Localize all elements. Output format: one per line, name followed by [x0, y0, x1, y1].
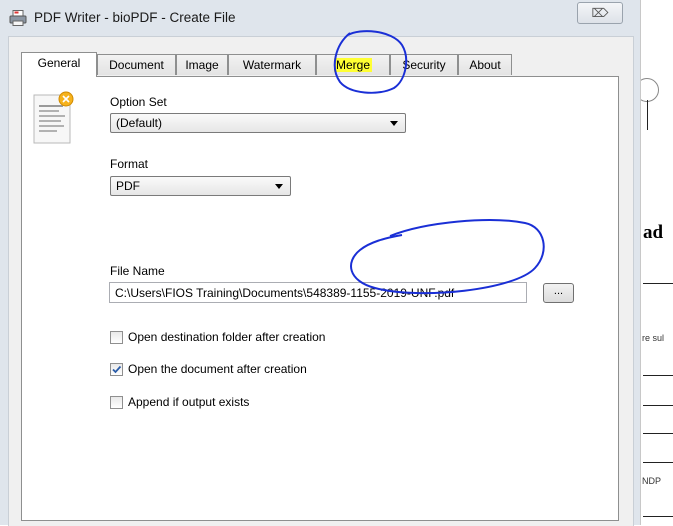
dialog-client-area: General Document Image Watermark Merge S… — [8, 36, 634, 526]
general-tab-panel: Option Set (Default) Format PDF File Nam… — [21, 76, 619, 521]
option-set-dropdown[interactable]: (Default) — [110, 113, 406, 133]
background-rule — [643, 375, 673, 376]
background-vertical-rule — [647, 100, 648, 130]
tab-watermark[interactable]: Watermark — [228, 54, 316, 75]
format-label: Format — [110, 157, 149, 171]
append-output-checkbox[interactable] — [110, 395, 123, 409]
file-name-input[interactable] — [109, 282, 527, 303]
background-text-fragment-1: re sul — [642, 333, 665, 343]
option-set-value: (Default) — [116, 116, 163, 130]
background-rule — [643, 283, 673, 284]
document-gear-icon — [33, 91, 74, 144]
title-bar[interactable]: PDF Writer - bioPDF - Create File ⌦ — [0, 0, 640, 36]
checkmark-icon — [112, 365, 122, 373]
option-set-label: Option Set — [110, 95, 167, 109]
open-folder-checkbox-row[interactable]: Open destination folder after creation — [110, 329, 325, 345]
open-document-checkbox[interactable] — [110, 362, 123, 376]
format-dropdown[interactable]: PDF — [110, 176, 291, 196]
tab-general[interactable]: General — [21, 52, 97, 77]
tab-about[interactable]: About — [458, 54, 512, 75]
background-rule — [643, 516, 673, 517]
background-text-fragment-2: NDP — [642, 476, 662, 486]
window-title: PDF Writer - bioPDF - Create File — [34, 10, 236, 25]
open-folder-checkbox[interactable] — [110, 330, 123, 344]
background-circle-button — [641, 78, 659, 102]
tab-security[interactable]: Security — [390, 54, 458, 75]
file-name-label: File Name — [110, 264, 165, 278]
create-file-dialog: PDF Writer - bioPDF - Create File ⌦ Gene… — [0, 0, 640, 526]
format-value: PDF — [116, 179, 140, 193]
background-rule — [643, 462, 673, 463]
close-button[interactable]: ⌦ — [577, 2, 623, 24]
open-folder-label: Open destination folder after creation — [128, 330, 326, 344]
tab-document[interactable]: Document — [97, 54, 176, 75]
close-x-icon: ⌦ — [591, 6, 609, 20]
append-output-label: Append if output exists — [128, 395, 250, 409]
open-document-label: Open the document after creation — [128, 362, 307, 376]
append-output-checkbox-row[interactable]: Append if output exists — [110, 394, 249, 410]
chevron-down-icon — [390, 121, 398, 126]
tab-image[interactable]: Image — [176, 54, 228, 75]
tab-merge[interactable]: Merge — [316, 54, 390, 75]
background-heading-fragment: ad — [643, 222, 664, 243]
chevron-down-icon — [275, 184, 283, 189]
background-rule — [643, 405, 673, 406]
tab-merge-label: Merge — [333, 58, 372, 72]
background-document: ad re sul NDP — [640, 0, 673, 525]
background-rule — [643, 433, 673, 434]
pdf-printer-icon — [9, 10, 27, 26]
open-document-checkbox-row[interactable]: Open the document after creation — [110, 361, 307, 377]
browse-button[interactable]: ... — [543, 283, 574, 303]
